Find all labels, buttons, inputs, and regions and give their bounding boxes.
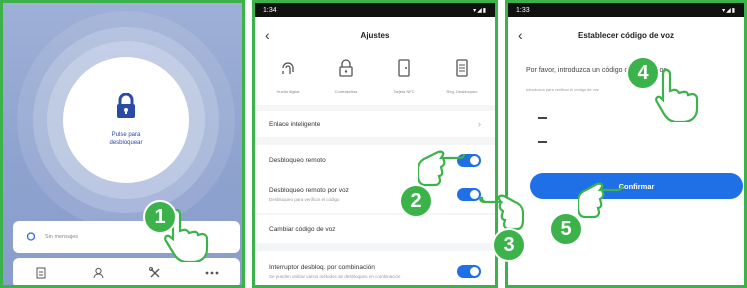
step-badge: 3 <box>492 228 526 262</box>
tools-icon[interactable] <box>145 263 165 283</box>
shortcut-fingerprint[interactable]: Huella digital <box>260 53 316 105</box>
back-icon[interactable]: ‹ <box>518 27 523 43</box>
confirm-button[interactable]: Confirmar <box>530 173 743 199</box>
shortcut-label: Huella digital <box>276 89 300 94</box>
header: ‹ Ajustes <box>255 17 495 53</box>
message-text: Sin mensajes <box>45 234 79 240</box>
shortcut-row: Huella digital Contraseñas Tarjeta NFC R… <box>255 53 495 105</box>
bell-icon <box>26 228 36 246</box>
shortcut-label: Tarjeta NFC <box>393 89 415 94</box>
status-bar: 1:33 ▾◢▮ <box>508 3 744 17</box>
header: ‹ Establecer código de voz <box>508 17 744 53</box>
status-icons: ▾◢▮ <box>722 7 736 14</box>
tap-hand-icon <box>578 182 624 219</box>
status-time: 1:34 <box>263 6 277 14</box>
status-bar: 1:34 ▾◢▮ <box>255 3 495 17</box>
unlock-label: Pulse para desbloquear <box>109 132 143 146</box>
person-icon[interactable] <box>88 263 108 283</box>
row-change-voice-code[interactable]: Cambiar código de voz <box>255 215 495 243</box>
lock-icon <box>115 92 137 124</box>
row-combo-switch: Interruptor desbloq. por combinación Se … <box>255 251 495 285</box>
code-input[interactable] <box>526 103 586 155</box>
row-label: Desbloqueo remoto por voz <box>269 186 349 194</box>
password-lock-icon <box>338 59 354 82</box>
shortcut-label: Reg. Desbloqueo <box>446 89 478 94</box>
shortcut-label: Contraseñas <box>334 89 358 94</box>
set-voice-code-screen: 1:33 ▾◢▮ ‹ Establecer código de voz Por … <box>505 0 747 288</box>
code-digit-slot <box>538 117 547 119</box>
row-sublabel: Desbloqueo para verificar el código <box>269 196 340 202</box>
bottom-nav <box>13 258 240 285</box>
fingerprint-icon <box>280 59 296 82</box>
page-title: Ajustes <box>360 30 390 40</box>
row-label: Interruptor desbloq. por combinación <box>269 263 375 271</box>
step-badge: 4 <box>626 56 660 90</box>
row-label: Enlace inteligente <box>269 120 321 128</box>
tap-hand-icon <box>418 150 466 187</box>
status-icons: ▾◢▮ <box>473 7 487 14</box>
back-icon[interactable]: ‹ <box>265 27 270 43</box>
row-sublabel: Se pueden utilizar varios métodos de des… <box>269 273 401 279</box>
shortcut-record[interactable]: Reg. Desbloqueo <box>434 53 490 105</box>
combo-toggle[interactable] <box>457 264 481 278</box>
code-digit-slot <box>538 141 547 143</box>
shortcut-card[interactable]: Tarjeta NFC <box>376 53 432 105</box>
card-icon <box>397 59 411 82</box>
code-hint: Introduzca para verificar el código de v… <box>526 87 599 92</box>
step-badge: 5 <box>549 212 583 246</box>
page-title: Establecer código de voz <box>577 30 675 40</box>
step-badge: 2 <box>399 184 433 218</box>
note-icon[interactable] <box>31 263 51 283</box>
tap-hand-icon <box>655 68 699 122</box>
row-smart-link[interactable]: Enlace inteligente › <box>255 111 495 137</box>
settings-screen: 1:34 ▾◢▮ ‹ Ajustes Huella digital Contra… <box>252 0 498 288</box>
step-badge: 1 <box>143 200 177 234</box>
chevron-right-icon: › <box>478 119 481 129</box>
row-label: Desbloqueo remoto <box>269 156 326 164</box>
shortcut-password[interactable]: Contraseñas <box>318 53 374 105</box>
more-icon[interactable] <box>202 263 222 283</box>
record-icon <box>455 59 469 82</box>
row-label: Cambiar código de voz <box>269 225 336 233</box>
unlock-button[interactable]: Pulse para desbloquear <box>63 57 189 183</box>
status-time: 1:33 <box>516 6 530 14</box>
